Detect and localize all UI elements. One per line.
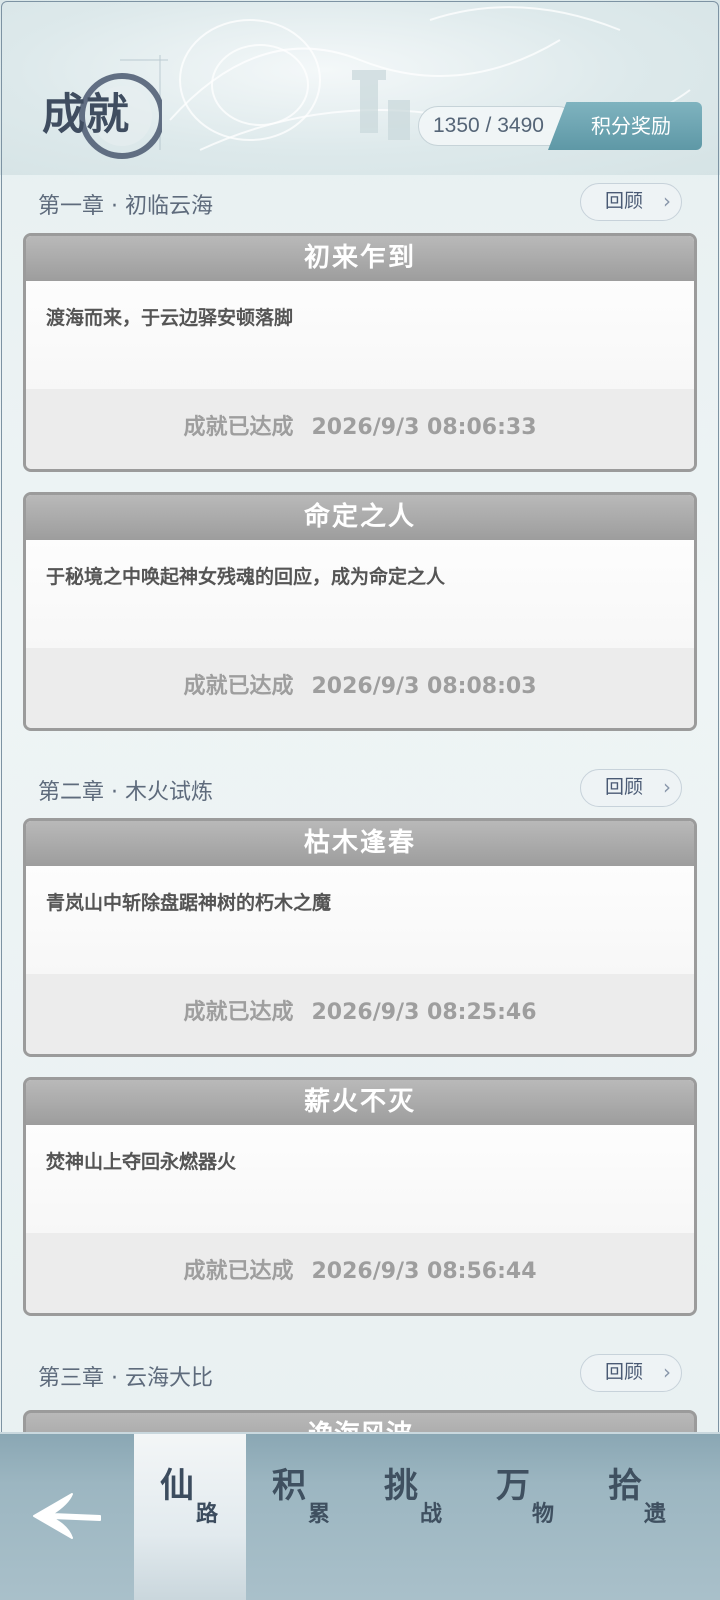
back-arrow-icon: [33, 1493, 101, 1539]
tab-char-sub: 遗: [644, 1501, 667, 1527]
tab-char-sub: 物: [532, 1501, 555, 1527]
chapter-title: 第二章 · 木火试炼: [38, 780, 213, 805]
review-label: 回顾: [605, 190, 644, 212]
chevron-right-icon: ›: [663, 775, 671, 799]
achievement-name: 命定之人: [26, 495, 694, 540]
review-label: 回顾: [605, 1361, 644, 1383]
tab-char-main: 拾: [608, 1466, 642, 1506]
achieved-time: 2026/9/3 08:08:03: [311, 674, 537, 699]
achievement-card[interactable]: 薪火不灭 焚神山上夺回永燃器火 成就已达成 2026/9/3 08:56:44: [23, 1077, 697, 1316]
achievement-description: 渡海而来，于云边驿安顿落脚: [26, 281, 694, 389]
tab-char-sub: 路: [196, 1501, 219, 1527]
achieved-time: 2026/9/3 08:25:46: [311, 1000, 537, 1025]
tab-shiyi[interactable]: 拾 遗: [582, 1434, 694, 1600]
back-button[interactable]: [0, 1434, 134, 1600]
tab-xianlu[interactable]: 仙 路: [134, 1434, 246, 1600]
chapter-title: 第一章 · 初临云海: [38, 194, 213, 219]
achievement-name: 薪火不灭: [26, 1080, 694, 1125]
achievement-card[interactable]: 初来乍到 渡海而来，于云边驿安顿落脚 成就已达成 2026/9/3 08:06:3…: [23, 233, 697, 472]
tab-jilei[interactable]: 积 累: [246, 1434, 358, 1600]
achievement-status: 成就已达成 2026/9/3 08:25:46: [26, 974, 694, 1054]
status-label: 成就已达成: [183, 674, 294, 699]
tab-char-main: 积: [272, 1466, 306, 1506]
status-label: 成就已达成: [183, 1000, 294, 1025]
tab-char-sub: 累: [308, 1501, 331, 1527]
achievement-card[interactable]: 命定之人 于秘境之中唤起神女残魂的回应，成为命定之人 成就已达成 2026/9/3…: [23, 492, 697, 731]
review-button[interactable]: 回顾 ›: [580, 183, 682, 221]
achievement-status: 成就已达成 2026/9/3 08:56:44: [26, 1233, 694, 1313]
tab-char-main: 万: [496, 1466, 530, 1506]
achievement-name: 初来乍到: [26, 236, 694, 281]
achievement-description: 于秘境之中唤起神女残魂的回应，成为命定之人: [26, 540, 694, 648]
chevron-right-icon: ›: [663, 1360, 671, 1384]
achieved-time: 2026/9/3 08:56:44: [311, 1259, 537, 1284]
status-label: 成就已达成: [183, 415, 294, 440]
review-button[interactable]: 回顾 ›: [580, 769, 682, 807]
page-title: 成就: [42, 90, 130, 140]
chapter-title: 第三章 · 云海大比: [38, 1366, 213, 1391]
achieved-time: 2026/9/3 08:06:33: [311, 415, 537, 440]
achievement-name: 枯木逢春: [26, 821, 694, 866]
review-button[interactable]: 回顾 ›: [580, 1354, 682, 1392]
achievement-description: 焚神山上夺回永燃器火: [26, 1125, 694, 1233]
review-label: 回顾: [605, 776, 644, 798]
tab-char-main: 挑: [384, 1466, 418, 1506]
tab-char-sub: 战: [420, 1501, 443, 1527]
bottom-nav: 仙 路 积 累 挑 战 万 物 拾 遗: [0, 1432, 720, 1600]
achievement-status: 成就已达成 2026/9/3 08:08:03: [26, 648, 694, 728]
status-label: 成就已达成: [183, 1259, 294, 1284]
achievement-description: 青岚山中斩除盘踞神树的朽木之魔: [26, 866, 694, 974]
achievement-status: 成就已达成 2026/9/3 08:06:33: [26, 389, 694, 469]
tab-wanwu[interactable]: 万 物: [470, 1434, 582, 1600]
tab-char-main: 仙: [160, 1466, 194, 1506]
achievement-card[interactable]: 枯木逢春 青岚山中斩除盘踞神树的朽木之魔 成就已达成 2026/9/3 08:25…: [23, 818, 697, 1057]
points-reward-button[interactable]: 积分奖励: [548, 102, 702, 150]
tab-tiaozhan[interactable]: 挑 战: [358, 1434, 470, 1600]
chevron-right-icon: ›: [663, 189, 671, 213]
